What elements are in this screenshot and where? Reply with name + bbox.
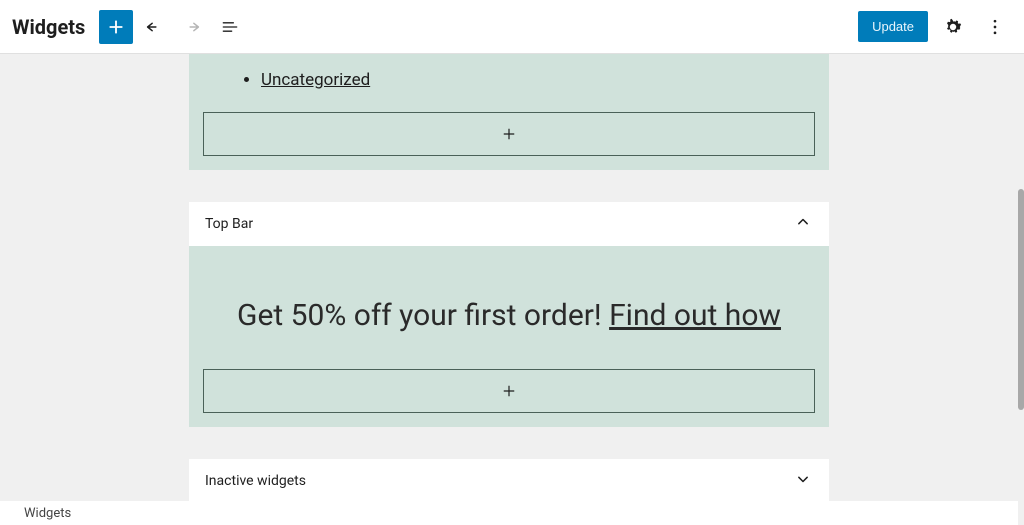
toolbar-right: Update — [858, 10, 1012, 44]
settings-button[interactable] — [936, 10, 970, 44]
plus-icon — [500, 125, 518, 143]
editor-top-bar: Widgets Update — [0, 0, 1024, 54]
scrollbar-thumb[interactable] — [1018, 189, 1024, 410]
promo-text: Get 50% off your first order! — [237, 298, 609, 333]
breadcrumb-bar: Widgets — [0, 501, 1024, 525]
widget-area-body: Get 50% off your first order! Find out h… — [189, 246, 829, 427]
paragraph-block[interactable]: Get 50% off your first order! Find out h… — [203, 268, 815, 369]
widget-area-title: Inactive widgets — [205, 473, 306, 489]
page-title: Widgets — [12, 15, 85, 39]
breadcrumb-item[interactable]: Widgets — [24, 506, 71, 521]
promo-link[interactable]: Find out how — [609, 298, 781, 333]
chevron-up-icon — [793, 212, 813, 236]
widget-area-body-partial: Uncategorized — [189, 54, 829, 170]
vertical-scrollbar[interactable] — [1018, 0, 1024, 525]
redo-button[interactable] — [175, 10, 209, 44]
undo-button[interactable] — [137, 10, 171, 44]
editor-canvas[interactable]: Uncategorized Top Bar Get 50% off your f… — [0, 54, 1018, 501]
block-appender[interactable] — [203, 369, 815, 413]
category-link[interactable]: Uncategorized — [261, 70, 370, 90]
categories-list: Uncategorized — [217, 68, 801, 92]
block-appender[interactable] — [203, 112, 815, 156]
list-item: Uncategorized — [261, 68, 801, 92]
more-options-button[interactable] — [978, 10, 1012, 44]
widget-area-title: Top Bar — [205, 216, 253, 232]
categories-block[interactable]: Uncategorized — [203, 68, 815, 112]
widget-area-header[interactable]: Inactive widgets — [189, 459, 829, 501]
update-button[interactable]: Update — [858, 11, 928, 42]
widget-area-inactive: Inactive widgets — [189, 459, 829, 501]
chevron-down-icon — [793, 469, 813, 493]
add-block-button[interactable] — [99, 10, 133, 44]
toolbar-left — [99, 10, 247, 44]
list-view-button[interactable] — [213, 10, 247, 44]
widget-area-header[interactable]: Top Bar — [189, 202, 829, 246]
widget-area-top-bar: Top Bar Get 50% off your first order! Fi… — [189, 202, 829, 427]
plus-icon — [500, 382, 518, 400]
